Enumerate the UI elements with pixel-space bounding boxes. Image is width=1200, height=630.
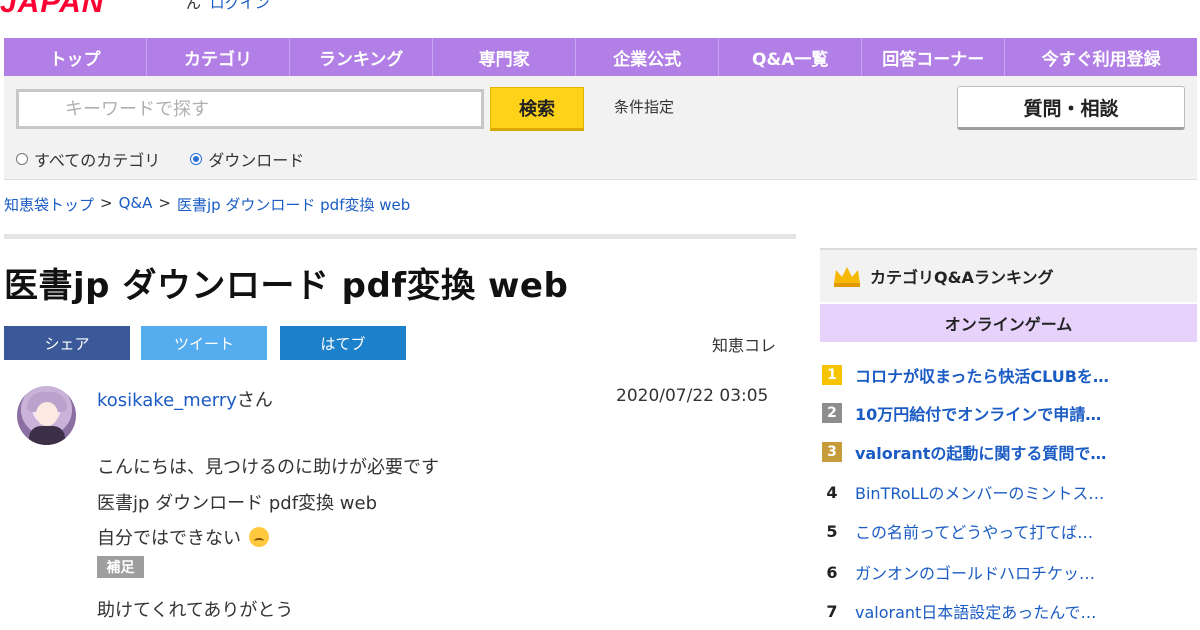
rank-number: 5 bbox=[826, 521, 838, 541]
ranking-item-link[interactable]: 10万円給付でオンラインで申請… bbox=[855, 401, 1101, 425]
breadcrumb-qa[interactable]: Q&A bbox=[119, 194, 153, 215]
ranking-item-link[interactable]: valorant日本語設定あったんで… bbox=[855, 599, 1097, 623]
ranking-item-link[interactable]: valorantの起動に関する質問で… bbox=[855, 440, 1106, 464]
question-body-text: 自分ではできない bbox=[97, 528, 241, 549]
search-condition-link[interactable]: 条件指定 bbox=[614, 96, 674, 117]
scope-all-label: すべてのカテゴリ bbox=[34, 151, 161, 170]
scope-download[interactable]: ダウンロード bbox=[190, 147, 304, 171]
radio-checked-icon bbox=[190, 153, 203, 165]
post-timestamp: 2020/07/22 03:05 bbox=[616, 386, 769, 406]
ranking-item[interactable]: 4 BinTRoLLのメンバーのミントス… bbox=[822, 480, 1104, 504]
ranking-item-link[interactable]: コロナが収まったら快活CLUBを… bbox=[855, 363, 1109, 387]
breadcrumb-separator: > bbox=[158, 194, 171, 212]
username: kosikake_merryさん bbox=[97, 386, 273, 412]
section-divider bbox=[4, 234, 796, 239]
scope-all-categories[interactable]: すべてのカテゴリ bbox=[16, 147, 160, 171]
search-scope: すべてのカテゴリ ダウンロード bbox=[16, 147, 334, 171]
breadcrumb: 知恵袋トップ > Q&A > 医書jp ダウンロード pdf変換 web bbox=[4, 194, 410, 215]
ranking-item[interactable]: 1 コロナが収まったら快活CLUBを… bbox=[822, 364, 1109, 386]
nav-item-official[interactable]: 企業公式 bbox=[576, 38, 720, 76]
question-body-line: 医書jp ダウンロード pdf変換 web bbox=[97, 493, 378, 514]
ranking-item-link[interactable]: この名前ってどうやって打てば… bbox=[855, 519, 1093, 543]
ranking-title: カテゴリQ&Aランキング bbox=[870, 268, 1054, 287]
breadcrumb-separator: > bbox=[100, 194, 113, 212]
search-area: 検索 条件指定 質問・相談 すべてのカテゴリ ダウンロード bbox=[4, 76, 1197, 180]
ranking-item-link[interactable]: ガンオンのゴールドハロチケッ… bbox=[855, 560, 1095, 584]
rank-badge: 1 bbox=[822, 365, 842, 385]
nav-item-experts[interactable]: 専門家 bbox=[433, 38, 577, 76]
login-prefix: ん bbox=[186, 0, 202, 12]
ranking-item[interactable]: 3 valorantの起動に関する質問で… bbox=[822, 441, 1106, 463]
supplement-text: 助けてくれてありがとう bbox=[97, 600, 294, 621]
ranking-item-link[interactable]: BinTRoLLのメンバーのミントス… bbox=[855, 480, 1104, 504]
nav-item-category[interactable]: カテゴリ bbox=[147, 38, 291, 76]
breadcrumb-top[interactable]: 知恵袋トップ bbox=[4, 194, 94, 215]
nav-item-ranking[interactable]: ランキング bbox=[290, 38, 434, 76]
rank-number: 7 bbox=[826, 601, 838, 621]
login-area: ん ログイン bbox=[186, 0, 270, 13]
tweet-button[interactable]: ツイート bbox=[141, 326, 267, 360]
search-button[interactable]: 検索 bbox=[490, 87, 584, 131]
nav-item-answer-corner[interactable]: 回答コーナー bbox=[862, 38, 1006, 76]
avatar[interactable] bbox=[17, 386, 76, 445]
username-link[interactable]: kosikake_merry bbox=[97, 390, 237, 411]
breadcrumb-current[interactable]: 医書jp ダウンロード pdf変換 web bbox=[177, 194, 410, 215]
ranking-item[interactable]: 6 ガンオンのゴールドハロチケッ… bbox=[822, 560, 1095, 584]
rank-number: 4 bbox=[826, 482, 838, 502]
ranking-item[interactable]: 5 この名前ってどうやって打てば… bbox=[822, 519, 1093, 543]
chie-kore-link[interactable]: 知恵コレ bbox=[712, 332, 776, 356]
rank-badge: 3 bbox=[822, 442, 842, 462]
username-suffix: さん bbox=[236, 390, 273, 411]
question-title: 医書jp ダウンロード pdf変換 web bbox=[4, 266, 569, 306]
crying-face-emoji-icon bbox=[248, 527, 269, 547]
ranking-header: カテゴリQ&Aランキング bbox=[820, 248, 1197, 302]
search-input[interactable] bbox=[16, 89, 484, 129]
ask-question-button[interactable]: 質問・相談 bbox=[957, 86, 1185, 130]
nav-item-top[interactable]: トップ bbox=[4, 38, 148, 76]
scope-download-label: ダウンロード bbox=[208, 151, 305, 170]
login-link[interactable]: ログイン bbox=[210, 0, 270, 12]
rank-badge: 2 bbox=[822, 403, 842, 423]
hatebu-button[interactable]: はてブ bbox=[280, 326, 406, 360]
nav-item-register[interactable]: 今すぐ利用登録 bbox=[1005, 38, 1197, 76]
ranking-category[interactable]: オンラインゲーム bbox=[820, 304, 1197, 342]
nav-item-qa-list[interactable]: Q&A一覧 bbox=[719, 38, 863, 76]
crown-icon bbox=[834, 267, 860, 287]
supplement-tag: 補足 bbox=[97, 556, 144, 578]
ranking-item[interactable]: 2 10万円給付でオンラインで申請… bbox=[822, 402, 1101, 424]
ranking-item[interactable]: 7 valorant日本語設定あったんで… bbox=[822, 599, 1097, 623]
main-nav: トップ カテゴリ ランキング 専門家 企業公式 Q&A一覧 回答コーナー 今すぐ… bbox=[4, 38, 1197, 76]
yahoo-japan-logo[interactable]: JAPAN bbox=[0, 0, 104, 20]
radio-unchecked-icon bbox=[16, 153, 28, 165]
question-body-line: こんにちは、見つけるのに助けが必要です bbox=[97, 457, 439, 478]
facebook-share-button[interactable]: シェア bbox=[4, 326, 130, 360]
question-body-line-3: 自分ではできない bbox=[97, 524, 269, 550]
rank-number: 6 bbox=[826, 562, 838, 582]
